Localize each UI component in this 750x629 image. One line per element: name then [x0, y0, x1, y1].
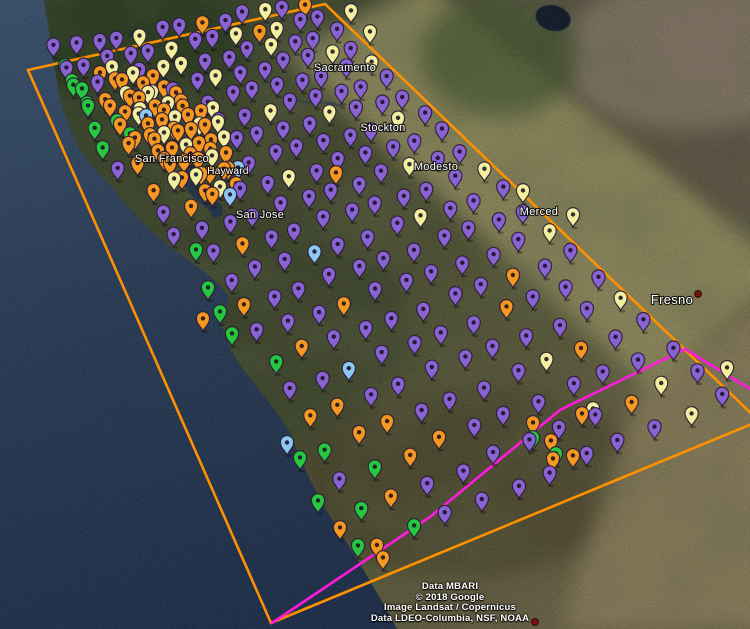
attribution-line: Data LDEO-Columbia, NSF, NOAA — [371, 614, 529, 625]
attribution-line: Data MBARI — [371, 582, 529, 593]
city-dot — [532, 619, 539, 626]
city-label: Fresno — [651, 292, 693, 307]
texture-light-grain — [0, 0, 750, 629]
attribution-line: Image Landsat / Copernicus — [371, 603, 529, 614]
city-label: San Jose — [236, 209, 284, 221]
satellite-map[interactable]: Sacramento Stockton Modesto Merced Fresno San… — [0, 0, 750, 629]
city-label: Modesto — [414, 161, 458, 173]
city-label: Hayward — [207, 166, 249, 177]
city-dot — [695, 291, 702, 298]
city-label: Sacramento — [314, 62, 376, 74]
google-earth-viewport: Sacramento Stockton Modesto Merced Fresno San… — [0, 0, 750, 629]
city-label: Stockton — [360, 122, 405, 134]
map-attribution: Data MBARI© 2018 GoogleImage Landsat / C… — [371, 582, 529, 624]
city-label: Merced — [520, 206, 558, 218]
city-label: San Francisco — [135, 153, 209, 165]
